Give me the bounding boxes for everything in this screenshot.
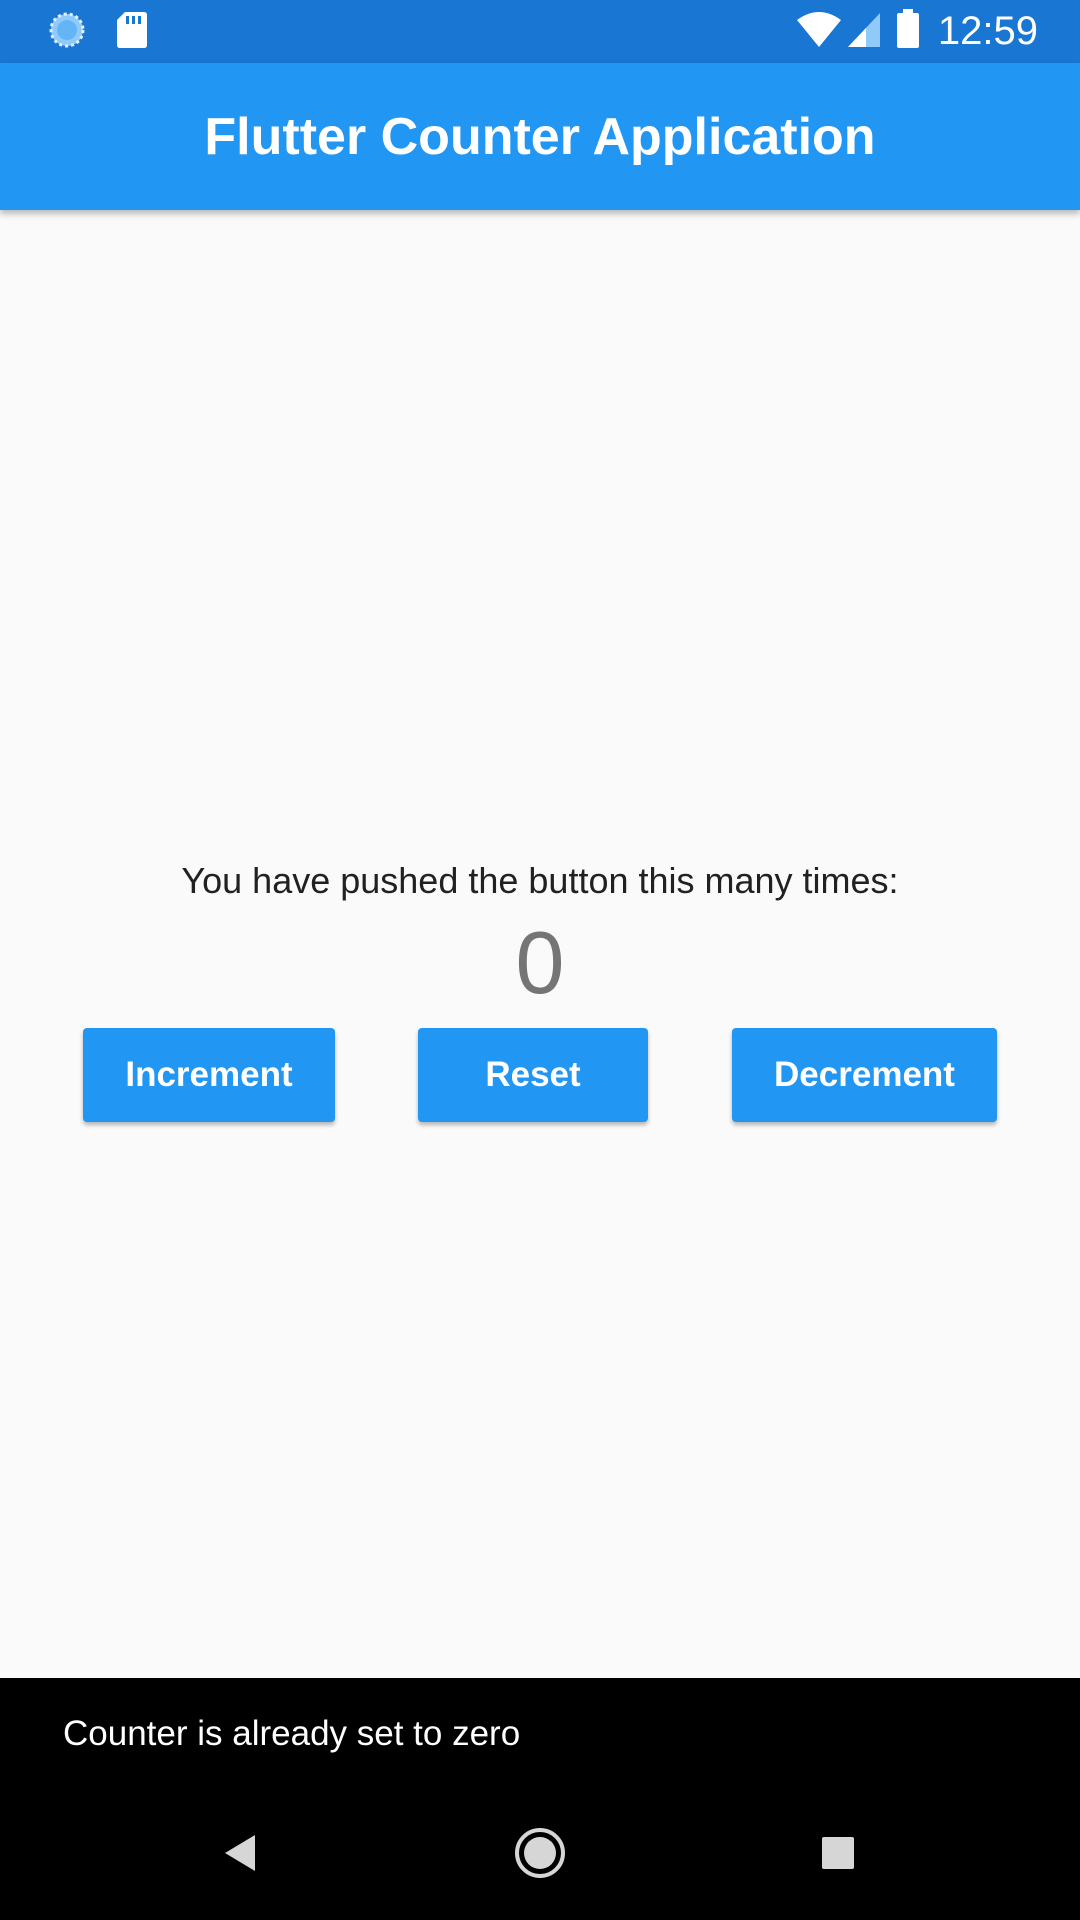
counter-value: 0 xyxy=(515,913,565,1012)
decrement-button[interactable]: Decrement xyxy=(732,1028,997,1122)
app-title: Flutter Counter Application xyxy=(204,107,876,166)
status-time: 12:59 xyxy=(937,9,1038,53)
home-icon xyxy=(514,1827,566,1884)
counter-message: You have pushed the button this many tim… xyxy=(181,860,899,901)
snackbar-message: Counter is already set to zero xyxy=(63,1714,521,1753)
recents-icon xyxy=(821,1836,855,1875)
status-bar: 12:59 xyxy=(0,0,1080,63)
wifi-icon xyxy=(796,10,842,53)
status-right-icons: 12:59 xyxy=(796,0,1038,63)
loading-circle-icon xyxy=(48,11,86,54)
back-icon xyxy=(222,1833,258,1878)
battery-icon xyxy=(896,9,920,54)
app-bar: Flutter Counter Application xyxy=(0,63,1080,210)
status-left-icons xyxy=(48,11,148,54)
sd-card-icon xyxy=(116,11,148,54)
recents-button[interactable] xyxy=(803,1820,873,1890)
back-button[interactable] xyxy=(205,1820,275,1890)
navigation-bar xyxy=(0,1790,1080,1920)
snackbar: Counter is already set to zero xyxy=(0,1678,1080,1790)
cell-signal-icon xyxy=(846,10,882,53)
reset-button[interactable]: Reset xyxy=(418,1028,648,1122)
home-button[interactable] xyxy=(505,1820,575,1890)
increment-button[interactable]: Increment xyxy=(83,1028,335,1122)
